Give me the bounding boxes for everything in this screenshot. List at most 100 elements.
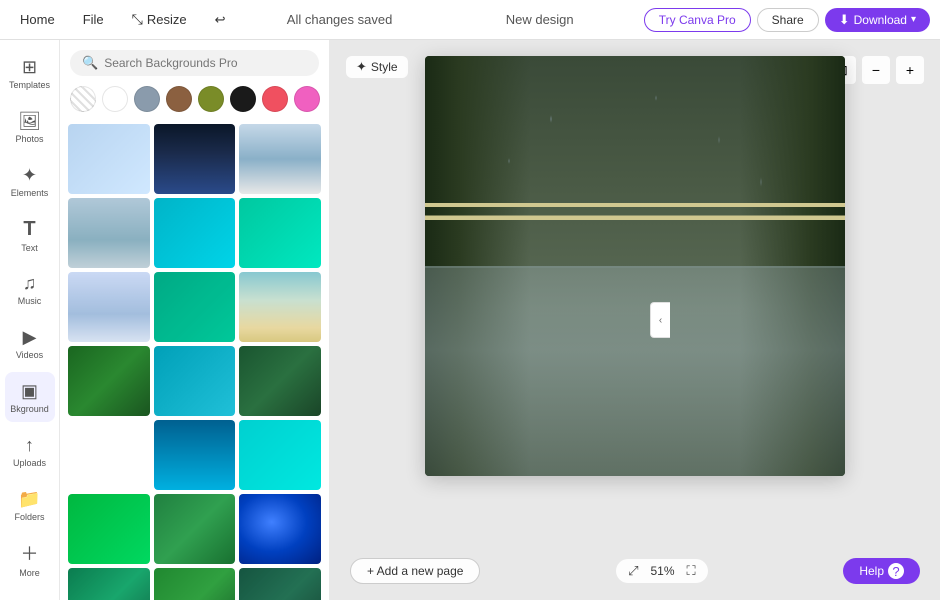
bg-thumbnail[interactable] [68,272,150,342]
bg-thumbnail[interactable] [68,346,150,416]
bg-thumbnail[interactable] [239,494,321,564]
bg-thumbnail[interactable] [154,198,236,268]
bg-thumbnail[interactable] [154,420,236,490]
undo-icon: ↩ [215,12,226,27]
forest-road-background [425,56,845,476]
bg-thumbnail[interactable] [239,568,321,600]
expand-icon: ⤢ [628,563,638,578]
bg-thumbnail[interactable] [239,124,321,194]
backgrounds-panel: 🔍 [60,40,330,600]
help-label: Help [859,564,884,578]
bg-thumbnail[interactable] [239,420,321,490]
bg-thumbnail[interactable] [239,272,321,342]
zoom-fit-btn[interactable]: ⤢ [626,563,640,579]
style-badge[interactable]: ✦ Style [346,56,408,78]
videos-icon: ▶ [23,327,37,348]
bg-thumbnail[interactable] [68,568,150,600]
templates-icon: ⊞ [22,57,37,78]
home-nav[interactable]: Home [10,8,65,31]
bg-thumbnail[interactable] [239,198,321,268]
bottom-bar: + Add a new page ⤢ 51% ⛶ Help ? [346,558,924,584]
swatch-white[interactable] [102,86,128,112]
hide-panel-btn[interactable]: ‹ [650,302,670,338]
sidebar-item-elements[interactable]: ✦ Elements [5,156,55,206]
grid-row [68,494,321,564]
try-canva-btn[interactable]: Try Canva Pro [644,8,751,32]
color-swatches [60,82,329,118]
bg-thumbnail[interactable] [68,198,150,268]
music-icon: ♫ [23,273,37,294]
grid-row [68,420,321,490]
uploads-icon: ↑ [25,435,34,456]
share-btn[interactable]: Share [757,8,819,32]
elements-icon: ✦ [22,165,37,186]
sidebar-item-uploads[interactable]: ↑ Uploads [5,426,55,476]
sidebar-item-text[interactable]: T Text [5,210,55,260]
bg-thumbnail[interactable] [239,346,321,416]
canvas-divider [425,266,845,268]
help-btn[interactable]: Help ? [843,558,920,584]
undo-btn[interactable]: ↩ [205,8,236,32]
sidebar-item-videos[interactable]: ▶ Videos [5,318,55,368]
sidebar-item-folders[interactable]: 📁 Folders [5,480,55,530]
question-icon: ? [888,563,904,579]
swatch-gray[interactable] [134,86,160,112]
bkground-icon: ▣ [21,381,38,402]
bg-thumbnail[interactable] [68,124,150,194]
sidebar-label-music: Music [18,296,42,306]
grid-row [68,124,321,194]
bg-thumbnail[interactable] [68,420,150,490]
zoom-percentage: 51% [647,564,679,578]
search-input[interactable] [104,56,307,70]
swatch-black[interactable] [230,86,256,112]
sidebar-label-uploads: Uploads [13,458,46,468]
folders-icon: 📁 [18,489,40,510]
swatch-coral[interactable] [262,86,288,112]
sidebar-item-bkground[interactable]: ▣ Bkground [5,372,55,422]
resize-icon: ⤡ [132,11,143,28]
bg-thumbnail[interactable] [68,494,150,564]
bg-thumbnail[interactable] [154,568,236,600]
download-icon: ⬇ [839,12,850,28]
sidebar-label-photos: Photos [15,134,43,144]
bg-thumbnail[interactable] [154,346,236,416]
style-icon: ✦ [356,59,367,75]
swatch-pattern[interactable] [70,86,96,112]
download-btn[interactable]: ⬇ Download ▾ [825,8,930,32]
add-page-btn[interactable]: + Add a new page [350,558,480,584]
zoom-controls: ⤢ 51% ⛶ [616,559,708,583]
fullscreen-btn[interactable]: ⛶ [685,563,698,579]
file-nav[interactable]: File [73,8,114,31]
canvas-image [425,56,845,476]
chevron-left-icon: ‹ [659,315,662,326]
sidebar-label-videos: Videos [16,350,43,360]
grid-row [68,272,321,342]
image-grid [60,118,329,600]
main-layout: ⊞ Templates 🖼 Photos ✦ Elements T Text ♫… [0,40,940,600]
download-chevron-icon: ▾ [911,14,916,25]
sidebar-item-music[interactable]: ♫ Music [5,264,55,314]
grid-row [68,568,321,600]
zoom-in-btn[interactable]: + [896,56,924,84]
resize-nav[interactable]: ⤡ Resize [122,7,197,32]
sidebar-item-more[interactable]: ＋ More [5,534,55,584]
swatch-pink[interactable] [294,86,320,112]
grid-row [68,346,321,416]
grid-row [68,198,321,268]
zoom-out-btn[interactable]: − [862,56,890,84]
bg-thumbnail[interactable] [154,272,236,342]
swatch-olive[interactable] [198,86,224,112]
sidebar-label-templates: Templates [9,80,50,90]
topbar: Home File ⤡ Resize ↩ All changes saved N… [0,0,940,40]
sidebar-item-photos[interactable]: 🖼 Photos [5,102,55,152]
fullscreen-icon: ⛶ [687,563,696,578]
bg-thumbnail[interactable] [154,124,236,194]
search-box[interactable]: 🔍 [70,50,319,76]
sidebar-label-more: More [19,568,40,578]
design-title: New design [444,12,636,27]
sidebar-item-templates[interactable]: ⊞ Templates [5,48,55,98]
bg-thumbnail[interactable] [154,494,236,564]
sidebar: ⊞ Templates 🖼 Photos ✦ Elements T Text ♫… [0,40,60,600]
swatch-brown[interactable] [166,86,192,112]
changes-saved: All changes saved [244,12,436,27]
